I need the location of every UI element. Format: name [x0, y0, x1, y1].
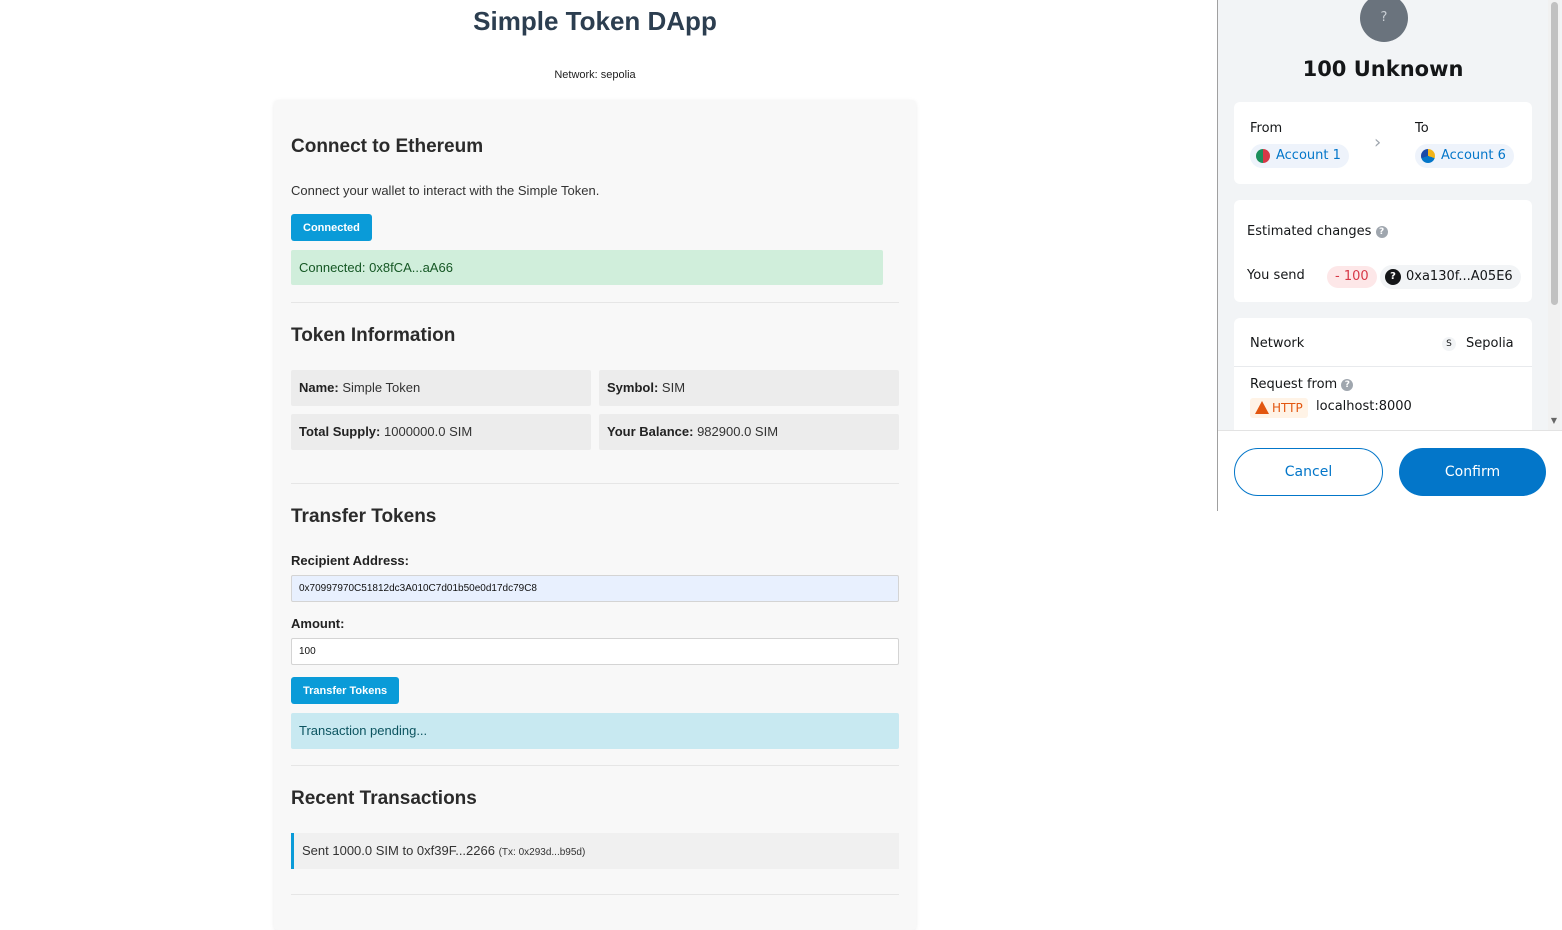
account-avatar-icon	[1421, 149, 1435, 163]
confirm-button[interactable]: Confirm	[1399, 448, 1546, 496]
connect-heading: Connect to Ethereum	[291, 136, 484, 157]
transfer-heading: Transfer Tokens	[291, 506, 437, 527]
token-name-box: Name: Simple Token	[291, 370, 591, 406]
token-name-value: Simple Token	[342, 380, 421, 395]
transaction-item: Sent 1000.0 SIM to 0xf39F...2266 (Tx: 0x…	[291, 833, 899, 869]
from-to-card: From Account 1 › To Account 6	[1234, 102, 1532, 184]
cancel-button[interactable]: Cancel	[1234, 448, 1383, 496]
balance-box: Your Balance: 982900.0 SIM	[599, 414, 899, 450]
section-divider	[291, 765, 899, 766]
warning-icon	[1255, 401, 1269, 414]
token-name-label: Name:	[299, 380, 339, 395]
estimated-changes-card: Estimated changes ? You send - 100 ? 0xa…	[1234, 200, 1532, 302]
total-supply-box: Total Supply: 1000000.0 SIM	[291, 414, 591, 450]
transfer-amount-title: 100 Unknown	[1302, 57, 1464, 81]
connection-status: Connected: 0x8fCA...aA66	[291, 250, 883, 285]
from-account-pill[interactable]: Account 1	[1250, 144, 1349, 168]
connect-button[interactable]: Connected	[291, 214, 372, 241]
network-value: Sepolia	[1466, 336, 1514, 351]
recent-heading: Recent Transactions	[291, 788, 477, 809]
to-account-name: Account 6	[1441, 148, 1506, 163]
from-account-name: Account 1	[1276, 148, 1341, 163]
you-send-label: You send	[1247, 268, 1305, 283]
question-icon[interactable]: ?	[1341, 378, 1354, 391]
transfer-button[interactable]: Transfer Tokens	[291, 677, 400, 704]
request-from-label: Request from ?	[1250, 377, 1354, 392]
chevron-right-icon: ›	[1374, 132, 1382, 153]
token-address-pill[interactable]: ? 0xa130f...A05E6	[1380, 265, 1521, 289]
section-divider	[291, 302, 899, 303]
to-label: To	[1415, 121, 1429, 136]
estimated-changes-label: Estimated changes ?	[1247, 224, 1388, 239]
total-supply-value: 1000000.0 SIM	[384, 424, 473, 439]
unknown-token-icon: ?	[1360, 0, 1408, 42]
network-card: Network S Sepolia Request from ? HTTP lo…	[1234, 318, 1532, 430]
recipient-label: Recipient Address:	[291, 553, 409, 568]
connect-description: Connect your wallet to interact with the…	[291, 183, 600, 198]
recipient-input[interactable]	[291, 575, 899, 602]
sepolia-network-icon: S	[1442, 337, 1456, 351]
token-symbol-label: Symbol:	[607, 380, 659, 395]
network-label: Network	[1250, 336, 1305, 351]
transaction-hash: (Tx: 0x293d...b95d)	[498, 847, 586, 858]
balance-label: Your Balance:	[607, 424, 694, 439]
dapp-card: Connect to Ethereum Connect your wallet …	[274, 100, 916, 930]
amount-label: Amount:	[291, 616, 345, 631]
token-info-heading: Token Information	[291, 325, 456, 346]
amount-input[interactable]	[291, 638, 899, 665]
divider	[1234, 366, 1532, 367]
question-icon[interactable]: ?	[1375, 225, 1388, 238]
section-divider	[291, 894, 899, 895]
unknown-token-icon: ?	[1385, 269, 1401, 285]
balance-value: 982900.0 SIM	[697, 424, 779, 439]
wallet-footer: Cancel Confirm	[1218, 430, 1562, 511]
account-avatar-icon	[1256, 149, 1270, 163]
send-amount-badge: - 100	[1327, 266, 1377, 288]
transaction-text: Sent 1000.0 SIM to 0xf39F...2266	[302, 843, 495, 858]
transaction-status: Transaction pending...	[291, 713, 899, 749]
scroll-down-icon[interactable]: ▼	[1549, 416, 1559, 425]
total-supply-label: Total Supply:	[299, 424, 381, 439]
section-divider	[291, 483, 899, 484]
scrollbar-thumb[interactable]	[1551, 2, 1558, 305]
request-origin: localhost:8000	[1316, 399, 1412, 414]
network-indicator: Network: sepolia	[554, 69, 636, 81]
wallet-confirmation-popup: ? 100 Unknown From Account 1 › To Accoun…	[1217, 0, 1562, 511]
token-address: 0xa130f...A05E6	[1406, 269, 1513, 284]
token-symbol-box: Symbol: SIM	[599, 370, 899, 406]
token-symbol-value: SIM	[661, 380, 686, 395]
from-label: From	[1250, 121, 1283, 136]
to-account-pill[interactable]: Account 6	[1415, 144, 1514, 168]
http-warning-badge: HTTP	[1250, 398, 1308, 418]
page-title: Simple Token DApp	[473, 6, 717, 36]
